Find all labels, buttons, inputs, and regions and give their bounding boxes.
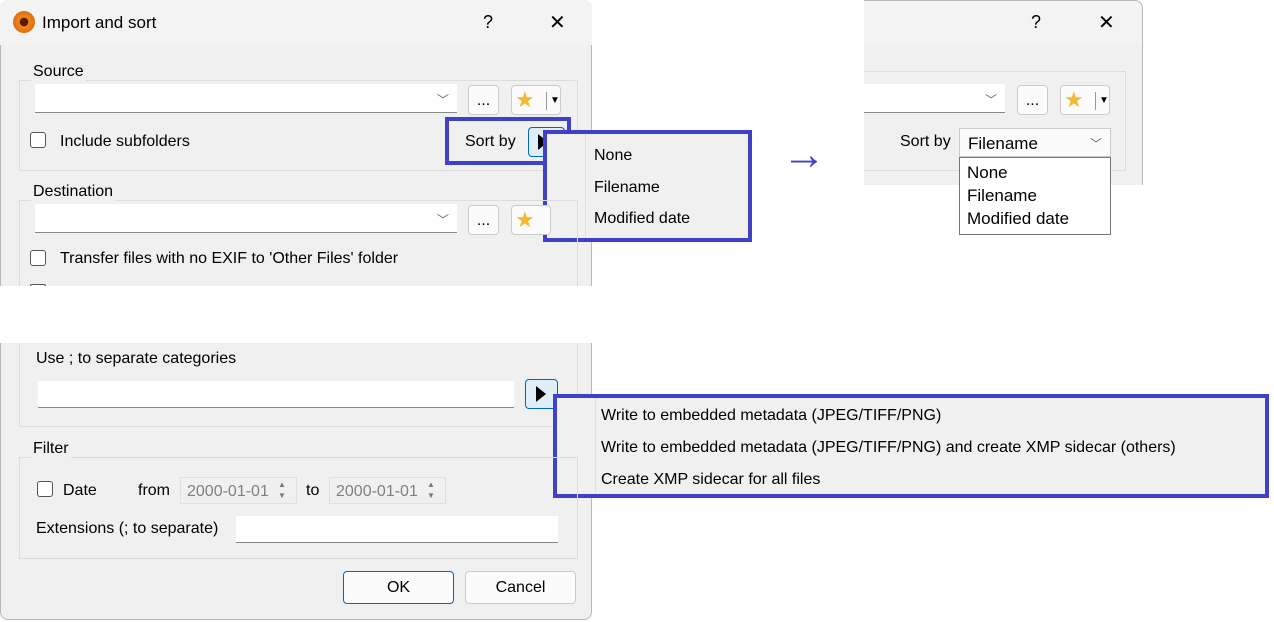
sort-menu-item-filename[interactable]: Filename — [594, 179, 660, 197]
source-favorites-button[interactable]: ★ ▼ — [511, 85, 561, 115]
include-subfolders-label: Include subfolders — [60, 133, 190, 150]
star-icon: ★ — [1064, 87, 1084, 112]
date-label: Date — [63, 482, 97, 499]
source-browse-button[interactable]: ... — [468, 85, 499, 115]
cancel-button[interactable]: Cancel — [465, 571, 576, 604]
after-help-button[interactable]: ? — [1031, 12, 1041, 33]
cut-gap — [0, 286, 864, 343]
from-label: from — [138, 482, 170, 499]
extensions-input[interactable] — [236, 516, 558, 543]
play-arrow-icon — [536, 386, 546, 402]
filter-label: Filter — [31, 440, 71, 458]
after-sort-by-combo[interactable]: Filename ﹀ — [959, 128, 1111, 157]
after-sort-by-label: Sort by — [900, 133, 951, 150]
source-path-combo[interactable]: ﹀ — [35, 84, 457, 113]
destination-label: Destination — [31, 183, 116, 201]
chevron-down-icon: ﹀ — [1089, 137, 1102, 151]
from-date-spinbox[interactable]: 2000-01-01 ▲ ▼ — [180, 477, 297, 504]
chevron-down-icon: ﹀ — [436, 93, 449, 107]
spin-arrows-icon[interactable]: ▲ ▼ — [427, 479, 435, 501]
spin-arrows-icon[interactable]: ▲ ▼ — [278, 479, 286, 501]
app-logo-icon — [13, 11, 35, 33]
dropdown-arrow-icon: ▼ — [546, 92, 560, 110]
date-filter-checkbox[interactable] — [37, 481, 53, 497]
transfer-no-exif-checkbox[interactable] — [30, 250, 46, 266]
after-close-button[interactable]: ✕ — [1098, 10, 1115, 35]
arrow-right-icon: → — [782, 130, 826, 179]
destination-browse-button[interactable]: ... — [468, 205, 499, 235]
star-icon: ★ — [515, 87, 535, 112]
after-browse-button[interactable]: ... — [1017, 85, 1048, 115]
after-favorites-button[interactable]: ★ ▼ — [1060, 85, 1110, 115]
transfer-no-exif-label: Transfer files with no EXIF to 'Other Fi… — [60, 250, 399, 267]
chevron-down-icon: ﹀ — [984, 93, 997, 107]
sort-option-none[interactable]: None — [967, 163, 1008, 183]
sort-option-modified-date[interactable]: Modified date — [967, 209, 1069, 229]
sort-menu-item-modified-date[interactable]: Modified date — [594, 210, 690, 228]
metadata-menu: Write to embedded metadata (JPEG/TIFF/PN… — [553, 394, 1269, 498]
sort-menu-item-none[interactable]: None — [594, 147, 632, 165]
help-button[interactable]: ? — [483, 12, 493, 33]
source-label: Source — [31, 63, 86, 81]
destination-path-combo[interactable]: ﹀ — [35, 204, 457, 233]
categories-input[interactable] — [38, 381, 514, 408]
extensions-label: Extensions (; to separate) — [36, 520, 219, 537]
categories-hint: Use ; to separate categories — [36, 350, 237, 367]
filter-group — [19, 457, 578, 559]
star-icon: ★ — [515, 207, 535, 232]
sort-dropdown-list: None Filename Modified date — [959, 157, 1111, 235]
metadata-menu-item-xmp-all[interactable]: Create XMP sidecar for all files — [601, 471, 820, 489]
include-subfolders-checkbox[interactable] — [30, 132, 46, 148]
chevron-down-icon: ﹀ — [436, 213, 449, 227]
destination-favorites-button[interactable]: ★ — [511, 205, 551, 235]
close-button[interactable]: ✕ — [549, 10, 566, 35]
sort-selected-value: Filename — [968, 134, 1038, 153]
metadata-menu-item-embedded-xmp[interactable]: Write to embedded metadata (JPEG/TIFF/PN… — [601, 439, 1176, 457]
dropdown-arrow-icon: ▼ — [1095, 92, 1109, 110]
ok-button[interactable]: OK — [343, 571, 454, 604]
dialog-title: Import and sort — [42, 13, 157, 32]
to-date-spinbox[interactable]: 2000-01-01 ▲ ▼ — [329, 477, 446, 504]
sort-option-filename[interactable]: Filename — [967, 186, 1037, 206]
after-source-path-combo[interactable]: ﹀ — [864, 84, 1005, 113]
metadata-menu-item-embedded[interactable]: Write to embedded metadata (JPEG/TIFF/PN… — [601, 407, 941, 425]
to-label: to — [306, 482, 320, 499]
